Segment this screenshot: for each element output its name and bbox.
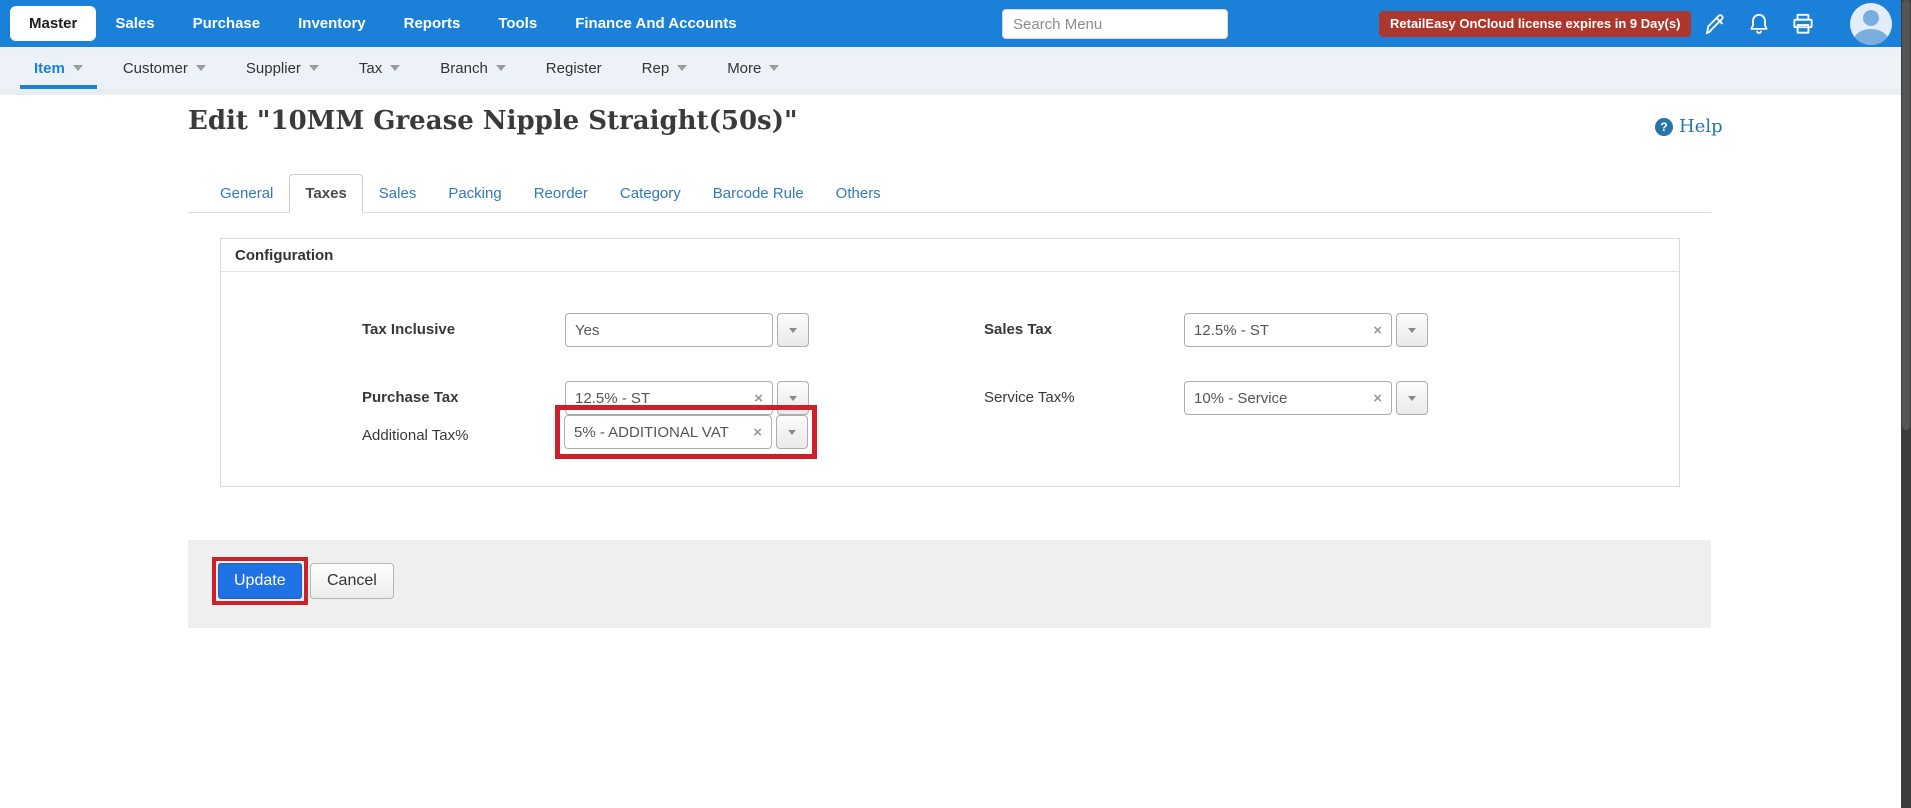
menu-reports[interactable]: Reports <box>385 0 480 47</box>
tab-barcode-rule[interactable]: Barcode Rule <box>697 174 820 213</box>
tab-category[interactable]: Category <box>604 174 697 213</box>
dropdown-arrow-button[interactable] <box>776 415 808 449</box>
additional-tax-value-field[interactable]: 5% - ADDITIONAL VAT × <box>564 415 772 449</box>
tab-sales[interactable]: Sales <box>363 174 433 213</box>
subnav-branch[interactable]: Branch <box>420 47 526 89</box>
subnav-customer-label: Customer <box>122 59 188 77</box>
avatar-torso-shape <box>1854 29 1888 45</box>
tab-packing[interactable]: Packing <box>432 174 517 213</box>
app-window: Master Sales Purchase Inventory Reports … <box>0 0 1911 808</box>
subnav-tax-label: Tax <box>358 59 383 77</box>
menu-sales[interactable]: Sales <box>96 0 173 47</box>
tax-inclusive-value-field[interactable]: Yes <box>565 313 773 347</box>
subnav-tax[interactable]: Tax <box>339 47 420 89</box>
configuration-heading: Configuration <box>221 239 1679 272</box>
chevron-down-icon <box>789 395 797 401</box>
tab-taxes[interactable]: Taxes <box>289 174 363 213</box>
help-link[interactable]: ? Help <box>1655 116 1723 137</box>
tax-inclusive-label: Tax Inclusive <box>362 321 456 338</box>
sales-tax-value-field[interactable]: 12.5% - ST × <box>1184 313 1392 347</box>
subnav-register-label: Register <box>545 59 602 77</box>
menu-inventory[interactable]: Inventory <box>279 0 385 47</box>
license-warning-badge: RetailEasy OnCloud license expires in 9 … <box>1379 11 1692 37</box>
action-footer: Update Cancel <box>188 540 1711 628</box>
scrollbar-thumb[interactable] <box>1902 0 1910 430</box>
clear-icon[interactable]: × <box>747 424 762 441</box>
subnav-rep[interactable]: Rep <box>622 47 708 89</box>
additional-tax-value: 5% - ADDITIONAL VAT <box>574 423 729 441</box>
brush-icon[interactable] <box>1703 11 1729 37</box>
avatar-head-shape <box>1863 10 1879 26</box>
sales-tax-label: Sales Tax <box>984 321 1053 338</box>
chevron-down-icon <box>308 65 319 71</box>
menu-finance-and-accounts[interactable]: Finance And Accounts <box>556 0 755 47</box>
subnav-customer[interactable]: Customer <box>103 47 226 89</box>
chevron-down-icon <box>1408 327 1416 333</box>
chevron-down-icon <box>788 429 796 435</box>
chevron-down-icon <box>195 65 206 71</box>
subnav-more[interactable]: More <box>707 47 799 89</box>
subnav-supplier-label: Supplier <box>245 59 301 77</box>
subnav-rep-label: Rep <box>641 59 670 77</box>
menu-purchase[interactable]: Purchase <box>174 0 280 47</box>
printer-icon[interactable] <box>1790 11 1816 37</box>
chevron-down-icon <box>677 65 688 71</box>
chevron-down-icon <box>769 65 780 71</box>
service-tax-value-field[interactable]: 10% - Service × <box>1184 381 1392 415</box>
tax-inclusive-value: Yes <box>575 321 600 339</box>
subnav-branch-label: Branch <box>440 59 488 77</box>
subnav-register[interactable]: Register <box>526 47 622 89</box>
service-tax-select[interactable]: 10% - Service × <box>1184 381 1428 415</box>
additional-tax-label: Additional Tax% <box>362 427 469 444</box>
service-tax-value: 10% - Service <box>1194 389 1288 407</box>
tab-reorder[interactable]: Reorder <box>518 174 604 213</box>
user-avatar[interactable] <box>1850 3 1892 45</box>
red-highlight-annotation: Update <box>212 557 308 605</box>
vertical-scrollbar[interactable] <box>1901 0 1911 808</box>
purchase-tax-label: Purchase Tax <box>362 389 459 406</box>
chevron-down-icon <box>495 65 506 71</box>
page-title: Edit "10MM Grease Nipple Straight(50s)" <box>188 106 798 136</box>
nav-separator-strip <box>0 89 1911 95</box>
update-button[interactable]: Update <box>218 563 302 599</box>
search-menu-input[interactable] <box>1002 9 1228 39</box>
clear-icon[interactable]: × <box>1367 390 1382 407</box>
master-sub-navigation: Item Customer Supplier Tax Branch Regist… <box>0 47 1911 89</box>
notifications-bell-icon[interactable] <box>1746 11 1772 37</box>
subnav-item[interactable]: Item <box>14 47 103 89</box>
dropdown-arrow-button[interactable] <box>1396 313 1428 347</box>
help-icon: ? <box>1655 117 1673 136</box>
subnav-item-label: Item <box>34 59 65 77</box>
item-edit-tabs: General Taxes Sales Packing Reorder Cate… <box>188 172 1711 213</box>
clear-icon[interactable]: × <box>748 390 763 407</box>
service-tax-label: Service Tax% <box>984 389 1075 406</box>
cancel-button[interactable]: Cancel <box>310 563 394 599</box>
top-navigation-bar: Master Sales Purchase Inventory Reports … <box>0 0 1911 47</box>
chevron-down-icon <box>390 65 401 71</box>
clear-icon[interactable]: × <box>1367 322 1382 339</box>
sales-tax-value: 12.5% - ST <box>1194 321 1270 339</box>
additional-tax-select[interactable]: 5% - ADDITIONAL VAT × <box>564 415 808 449</box>
help-label: Help <box>1679 116 1723 137</box>
chevron-down-icon <box>1408 395 1416 401</box>
chevron-down-icon <box>789 327 797 333</box>
sales-tax-select[interactable]: 12.5% - ST × <box>1184 313 1428 347</box>
subnav-more-label: More <box>727 59 762 77</box>
tax-inclusive-select[interactable]: Yes <box>565 313 809 347</box>
purchase-tax-value: 12.5% - ST <box>575 389 651 407</box>
dropdown-arrow-button[interactable] <box>1396 381 1428 415</box>
tab-general[interactable]: General <box>204 174 289 213</box>
red-highlight-annotation: 5% - ADDITIONAL VAT × <box>555 405 817 459</box>
subnav-supplier[interactable]: Supplier <box>226 47 339 89</box>
tab-others[interactable]: Others <box>820 174 897 213</box>
dropdown-arrow-button[interactable] <box>777 313 809 347</box>
chevron-down-icon <box>72 65 83 71</box>
menu-master[interactable]: Master <box>10 6 97 41</box>
top-menu: Sales Purchase Inventory Reports Tools F… <box>96 0 755 47</box>
menu-tools[interactable]: Tools <box>479 0 556 47</box>
configuration-panel: Configuration Tax Inclusive Yes Sales Ta… <box>220 238 1680 487</box>
